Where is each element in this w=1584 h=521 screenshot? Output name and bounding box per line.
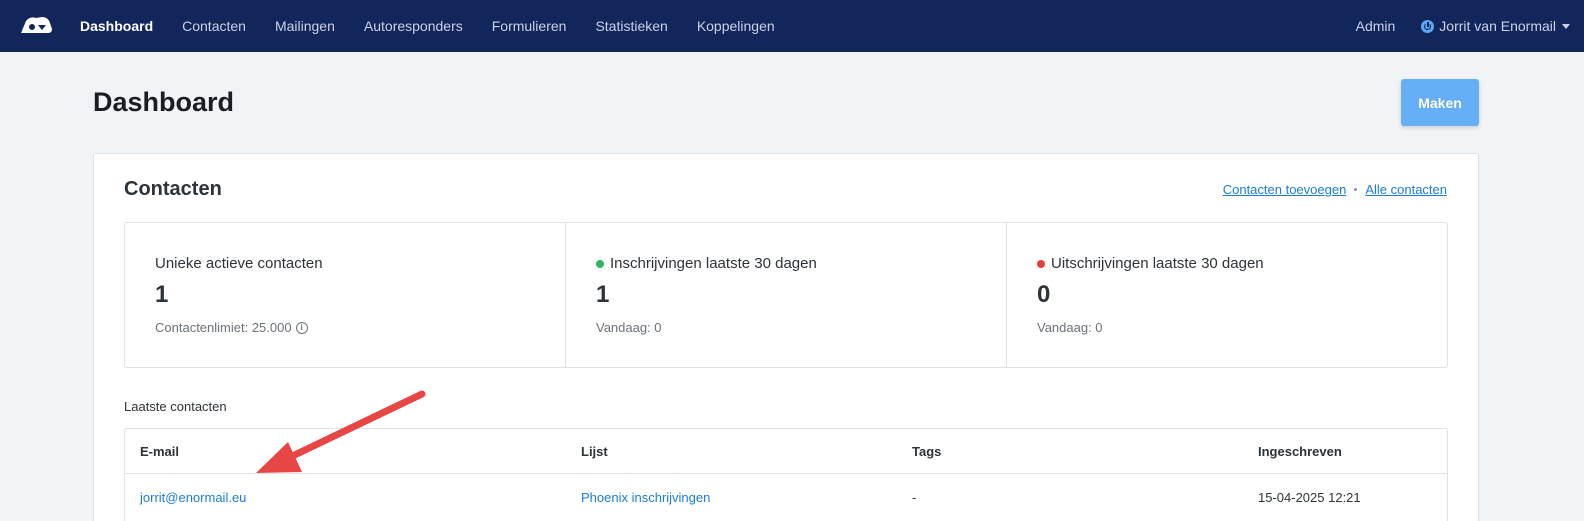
contact-limit: Contactenlimiet: 25.000	[155, 320, 292, 335]
column-header-subscribed: Ingeschreven	[1258, 444, 1342, 459]
nav-statistieken[interactable]: Statistieken	[595, 18, 667, 34]
stat-active-contacts: Unieke actieve contacten 1 Contactenlimi…	[125, 223, 566, 367]
stat-unsubscriptions: Uitschrijvingen laatste 30 dagen 0 Vanda…	[1007, 223, 1447, 367]
stat-value: 0	[1037, 281, 1051, 308]
enormail-logo-icon[interactable]	[18, 13, 54, 37]
nav-admin[interactable]: Admin	[1356, 18, 1396, 34]
contact-tags: -	[912, 490, 917, 505]
user-menu[interactable]: Jorrit van Enormail	[1421, 18, 1570, 34]
nav-contacten[interactable]: Contacten	[182, 18, 246, 34]
contact-email-link[interactable]: jorrit@enormail.eu	[140, 490, 246, 505]
table-header: E-mail Lijst Tags Ingeschreven	[125, 429, 1447, 474]
stat-value: 1	[596, 281, 610, 308]
latest-contacts-label: Laatste contacten	[124, 399, 227, 414]
stat-today: Vandaag: 0	[596, 320, 662, 335]
power-icon	[1421, 19, 1435, 33]
green-dot-icon	[596, 259, 604, 268]
stat-subscriptions: Inschrijvingen laatste 30 dagen 1 Vandaa…	[566, 223, 1007, 367]
nav-autoresponders[interactable]: Autoresponders	[364, 18, 463, 34]
page-title: Dashboard	[93, 87, 235, 117]
table-row: jorrit@enormail.eu Phoenix inschrijvinge…	[125, 475, 1447, 519]
contacts-card: Contacten Contacten toevoegen Alle conta…	[93, 153, 1479, 521]
add-contacts-link[interactable]: Contacten toevoegen	[1223, 182, 1347, 197]
nav-right: Admin Jorrit van Enormail	[1356, 0, 1570, 52]
stat-today: Vandaag: 0	[1037, 320, 1103, 335]
card-title: Contacten	[124, 178, 222, 200]
nav-formulieren[interactable]: Formulieren	[492, 18, 567, 34]
card-links: Contacten toevoegen Alle contacten	[1223, 182, 1447, 197]
info-icon[interactable]: i	[295, 321, 308, 334]
red-dot-icon	[1037, 259, 1045, 268]
contact-list-link[interactable]: Phoenix inschrijvingen	[581, 490, 710, 505]
user-name: Jorrit van Enormail	[1439, 18, 1556, 34]
latest-contacts-table: E-mail Lijst Tags Ingeschreven jorrit@en…	[124, 428, 1448, 521]
nav-koppelingen[interactable]: Koppelingen	[697, 18, 775, 34]
stat-label: Unieke actieve contacten	[155, 255, 323, 272]
nav-dashboard[interactable]: Dashboard	[80, 18, 153, 34]
stat-label: Uitschrijvingen laatste 30 dagen	[1051, 255, 1264, 272]
nav-mailingen[interactable]: Mailingen	[275, 18, 335, 34]
column-header-email: E-mail	[140, 444, 180, 459]
link-separator	[1354, 188, 1358, 191]
all-contacts-link[interactable]: Alle contacten	[1365, 182, 1447, 197]
main-nav: Dashboard Contacten Mailingen Autorespon…	[80, 0, 804, 52]
stat-value: 1	[155, 281, 169, 308]
column-header-tags: Tags	[912, 444, 942, 459]
stat-label: Inschrijvingen laatste 30 dagen	[610, 255, 817, 272]
contact-subscribed-date: 15-04-2025 12:21	[1258, 490, 1361, 505]
create-button[interactable]: Maken	[1401, 79, 1479, 126]
column-header-list: Lijst	[581, 444, 608, 459]
stats-panel: Unieke actieve contacten 1 Contactenlimi…	[124, 222, 1448, 368]
chevron-down-icon	[1562, 23, 1570, 29]
top-navbar: Dashboard Contacten Mailingen Autorespon…	[0, 0, 1584, 52]
